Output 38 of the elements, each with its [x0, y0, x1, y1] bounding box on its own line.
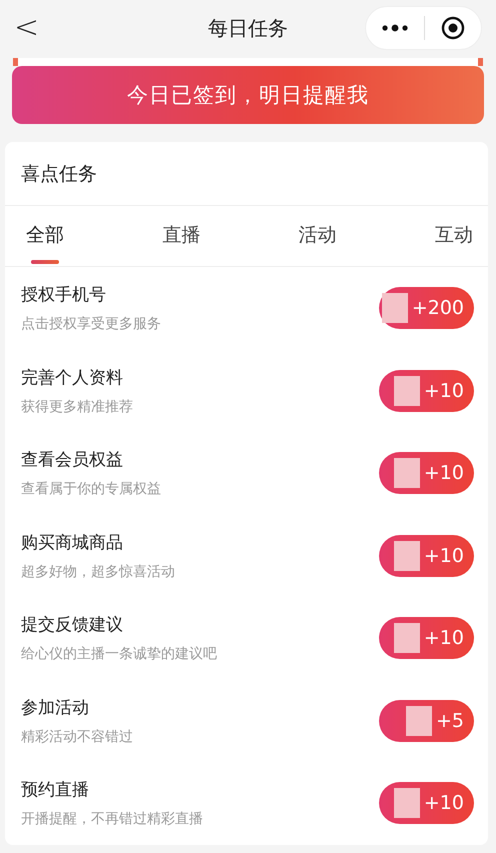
task-subtitle: 查看属于你的专属权益: [21, 480, 162, 498]
tab[interactable]: 全部: [21, 206, 69, 266]
task-subtitle: 获得更多精准推荐: [21, 398, 134, 416]
task-title: 参加活动: [21, 696, 90, 719]
tab[interactable]: 互动: [430, 206, 478, 266]
points-button[interactable]: +200: [379, 287, 474, 330]
section-title: 喜点任务: [5, 142, 488, 206]
placeholder-icon: [382, 293, 408, 324]
placeholder-icon: [394, 376, 420, 406]
points-button[interactable]: +10: [379, 534, 474, 577]
tab[interactable]: 活动: [294, 206, 342, 266]
task-subtitle: 超多好物，超多惊喜活动: [21, 562, 176, 581]
back-button[interactable]: <: [0, 13, 54, 43]
task-title: 购买商城商品: [21, 532, 124, 554]
placeholder-icon: [394, 458, 420, 488]
page-title: 每日任务: [208, 15, 288, 42]
task-subtitle: 给心仪的主播一条诚挚的建议吧: [21, 645, 218, 664]
points-button[interactable]: +10: [379, 452, 474, 494]
task-subtitle: 精彩活动不容错过: [21, 728, 134, 746]
task-subtitle: 点击授权享受更多服务: [21, 315, 162, 334]
task-subtitle: 开播提醒，不再错过精彩直播: [21, 810, 204, 828]
reminder-button[interactable]: 今日已签到，明日提醒我: [12, 66, 484, 124]
more-icon: [382, 24, 408, 32]
task-title: 提交反馈建议: [21, 614, 124, 636]
placeholder-icon: [394, 788, 420, 818]
points-button[interactable]: +5: [379, 700, 474, 742]
task-title: 完善个人资料: [21, 366, 124, 389]
placeholder-icon: [394, 623, 420, 654]
tab[interactable]: 直播: [157, 206, 206, 266]
points-button[interactable]: +10: [379, 782, 474, 824]
target-icon: [441, 16, 465, 40]
points-button[interactable]: +10: [379, 370, 474, 412]
points-button[interactable]: +10: [379, 617, 474, 660]
task-title: 授权手机号: [21, 284, 107, 306]
placeholder-icon: [394, 540, 420, 571]
task-title: 预约直播: [21, 779, 90, 802]
placeholder-icon: [406, 706, 432, 736]
task-title: 查看会员权益: [21, 449, 124, 472]
